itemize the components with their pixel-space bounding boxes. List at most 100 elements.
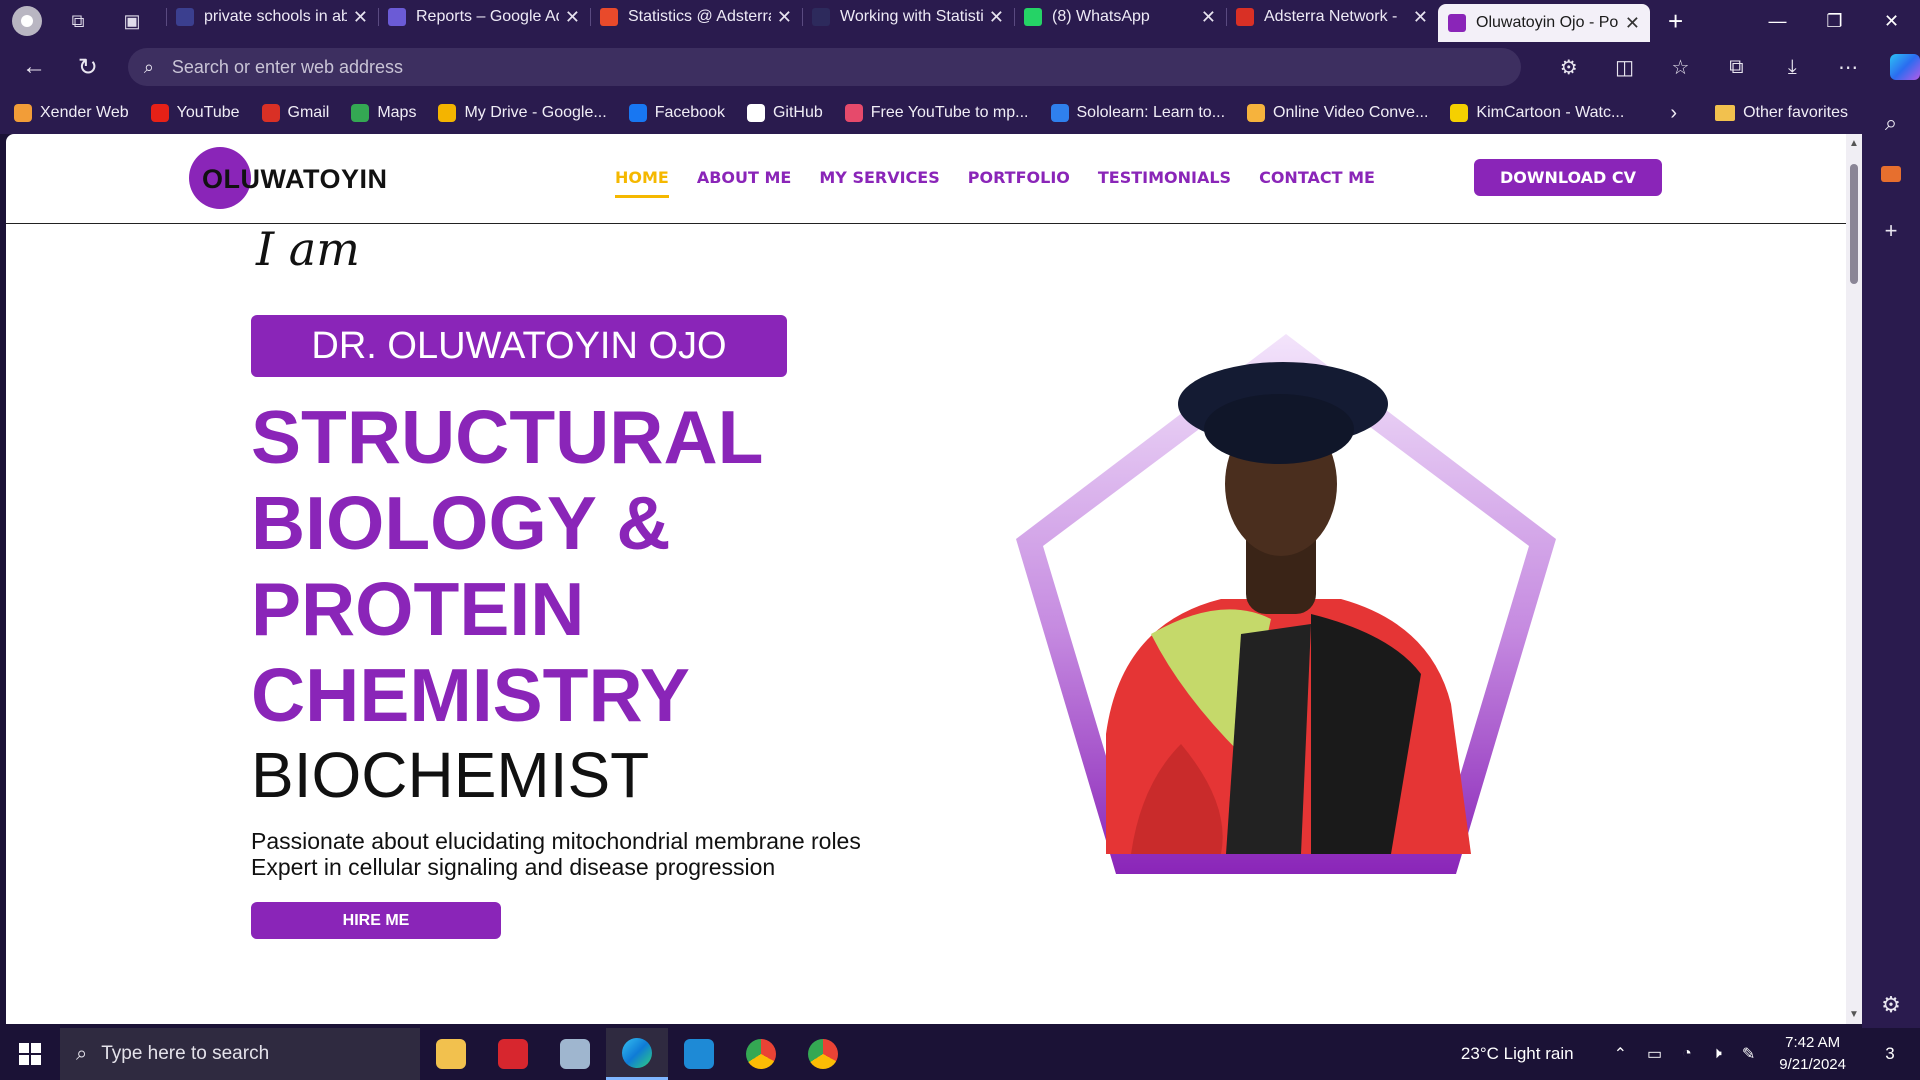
nav-link-about-me[interactable]: ABOUT ME [697, 168, 792, 198]
browser-tab[interactable]: (8) WhatsApp ✕ [1014, 0, 1226, 34]
browser-tab[interactable]: Statistics @ Adsterra ✕ [590, 0, 802, 34]
address-input[interactable]: ⌕ Search or enter web address [127, 48, 1521, 86]
workspaces-icon[interactable]: ⧉ [60, 6, 96, 36]
hire-me-button[interactable]: HIRE ME [251, 902, 501, 939]
network-icon[interactable]: ◔ [1682, 1045, 1692, 1063]
control-panel-icon[interactable] [544, 1028, 606, 1080]
favorite-link[interactable]: Sololearn: Learn to... [1050, 104, 1225, 122]
tab-close-icon[interactable]: ✕ [1413, 7, 1428, 28]
tab-close-icon[interactable]: ✕ [1201, 7, 1216, 28]
favorite-label: Maps [377, 104, 417, 121]
nav-link-home[interactable]: HOME [615, 168, 669, 198]
favorite-link[interactable]: KimCartoon - Watc... [1450, 104, 1624, 122]
clock-time: 7:42 AM [1785, 1034, 1841, 1051]
site-logo[interactable]: OLUWATOYIN [202, 164, 388, 195]
favorite-favicon-icon [1050, 104, 1069, 122]
minimize-button[interactable]: — [1749, 11, 1806, 32]
favorite-favicon-icon [844, 104, 863, 122]
browser-tab[interactable]: Working with Statisti ✕ [802, 0, 1014, 34]
vertical-tabs-icon[interactable]: ▣ [114, 6, 150, 36]
back-arrow-icon[interactable]: ← [14, 53, 54, 81]
tab-close-icon[interactable]: ✕ [565, 7, 580, 28]
copilot-icon[interactable] [1890, 54, 1920, 80]
favorite-link[interactable]: GitHub [746, 104, 823, 122]
favorites-star-icon[interactable]: ☆ [1653, 55, 1709, 80]
scrollbar-thumb[interactable] [1850, 164, 1858, 284]
favorite-label: YouTube [176, 104, 240, 121]
sidebar-settings-gear-icon[interactable]: ⚙ [1881, 992, 1901, 1018]
tab-title: Statistics @ Adsterra [628, 8, 771, 25]
battery-icon[interactable]: ▭ [1647, 1044, 1662, 1064]
edge-browser-icon[interactable] [606, 1028, 668, 1080]
favorite-favicon-icon [261, 104, 280, 122]
favorite-label: Online Video Conve... [1273, 104, 1429, 121]
favorite-link[interactable]: Gmail [261, 104, 329, 122]
tools-briefcase-icon[interactable] [1881, 166, 1901, 182]
scroll-down-arrow-icon[interactable]: ▼ [1849, 1009, 1859, 1020]
taskbar-clock[interactable]: 7:42 AM 9/21/2024 [1779, 1032, 1846, 1076]
browser-tab[interactable]: private schools in ab ✕ [166, 0, 378, 34]
tab-close-icon[interactable]: ✕ [1625, 13, 1640, 34]
volume-muted-icon[interactable]: 🕨 [1712, 1045, 1722, 1063]
browser-tab[interactable]: Oluwatoyin Ojo - Po ✕ [1438, 4, 1650, 42]
favorite-favicon-icon [1247, 104, 1266, 122]
tab-title: Adsterra Network - [1264, 8, 1398, 25]
nav-link-testimonials[interactable]: TESTIMONIALS [1098, 168, 1231, 198]
headline-line: CHEMISTRY [251, 653, 690, 737]
profile-avatar[interactable] [12, 6, 42, 36]
sidebar-search-icon[interactable]: ⌕ [1885, 110, 1897, 136]
chrome-profile-icon[interactable] [792, 1028, 854, 1080]
refresh-icon[interactable]: ↻ [68, 53, 108, 82]
tab-close-icon[interactable]: ✕ [989, 7, 1004, 28]
favorite-link[interactable]: My Drive - Google... [438, 104, 607, 122]
downloads-icon[interactable]: ⤓ [1764, 56, 1820, 79]
search-icon: ⌕ [76, 1042, 88, 1065]
restore-button[interactable]: ❐ [1806, 11, 1863, 32]
other-favorites-folder[interactable]: Other favorites [1715, 104, 1848, 122]
favorite-link[interactable]: Xender Web [14, 104, 129, 122]
scroll-up-arrow-icon[interactable]: ▲ [1849, 138, 1859, 149]
notification-center-button[interactable]: 3 [1870, 1044, 1910, 1064]
more-menu-icon[interactable]: ⋯ [1820, 55, 1876, 80]
favorites-overflow-chevron-icon[interactable]: › [1670, 102, 1677, 125]
browser-sidebar: ⌕ + ⚙ [1862, 92, 1920, 1028]
taskbar-search-input[interactable]: ⌕ Type here to search [60, 1028, 420, 1080]
download-cv-button[interactable]: DOWNLOAD CV [1474, 159, 1662, 196]
close-window-button[interactable]: ✕ [1863, 11, 1920, 32]
nav-link-my-services[interactable]: MY SERVICES [819, 168, 939, 198]
window-controls: — ❐ ✕ [1749, 11, 1920, 32]
browser-tab[interactable]: Reports – Google Ad ✕ [378, 0, 590, 34]
new-tab-button[interactable]: + [1668, 6, 1683, 37]
description-line: Expert in cellular signaling and disease… [251, 854, 776, 880]
tab-favicon-icon [812, 8, 830, 26]
tab-close-icon[interactable]: ✕ [353, 7, 368, 28]
windows-start-icon[interactable] [0, 1043, 60, 1065]
favorite-link[interactable]: Free YouTube to mp... [844, 104, 1029, 122]
favorite-link[interactable]: Online Video Conve... [1247, 104, 1428, 122]
vscode-icon[interactable] [668, 1028, 730, 1080]
page-scrollbar[interactable]: ▲ ▼ [1846, 134, 1862, 1024]
extensions-icon[interactable]: ⚙ [1541, 55, 1597, 80]
browser-tab[interactable]: Adsterra Network - ✕ [1226, 0, 1438, 34]
sidebar-add-icon[interactable]: + [1885, 218, 1898, 244]
hero-portrait [1016, 334, 1556, 874]
split-screen-icon[interactable]: ◫ [1597, 55, 1653, 80]
pen-icon[interactable]: ✎ [1742, 1044, 1755, 1064]
hero-headline: STRUCTURAL BIOLOGY & PROTEIN CHEMISTRY [251, 394, 971, 738]
windows-taskbar: ⌕ Type here to search 23°C Light rain ⌃ … [0, 1028, 1920, 1080]
favorite-favicon-icon [150, 104, 169, 122]
favorite-link[interactable]: Maps [351, 104, 416, 122]
tab-close-icon[interactable]: ✕ [777, 7, 792, 28]
file-explorer-icon[interactable] [420, 1028, 482, 1080]
favorite-link[interactable]: Facebook [628, 104, 725, 122]
weather-widget[interactable]: 23°C Light rain [1461, 1044, 1574, 1064]
tray-chevron-up-icon[interactable]: ⌃ [1614, 1044, 1627, 1064]
chrome-icon[interactable] [730, 1028, 792, 1080]
vc-app-icon[interactable] [482, 1028, 544, 1080]
favorite-label: Facebook [654, 104, 725, 121]
nav-link-portfolio[interactable]: PORTFOLIO [968, 168, 1070, 198]
collections-icon[interactable]: ⧉ [1708, 56, 1764, 79]
site-header: OLUWATOYIN HOME ABOUT ME MY SERVICES PORTFO… [6, 134, 1846, 224]
nav-link-contact-me[interactable]: CONTACT ME [1259, 168, 1375, 198]
favorite-link[interactable]: YouTube [150, 104, 240, 122]
